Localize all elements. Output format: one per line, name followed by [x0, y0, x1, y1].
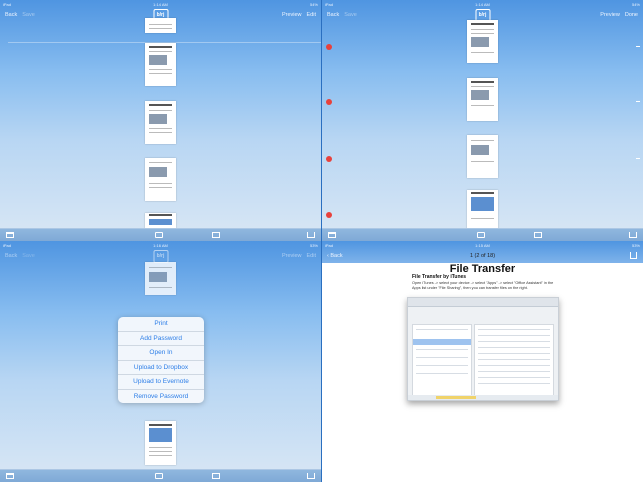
page-thumbnail[interactable] [145, 101, 176, 144]
pane-thumbnails-edit: iPad 1:14 AM 54% Back Save b/rj Preview Ed… [0, 0, 321, 241]
pane-share-menu: iPad 1:16 AM 53% Back Save b/rj Preview Ed… [0, 241, 321, 482]
clock: 1:14 AM [153, 1, 168, 7]
share-icon[interactable] [629, 232, 637, 238]
pane-document-viewer: iPad 1:15 AM 53% ‹ Back 1 (2 of 18) File… [322, 241, 643, 482]
menu-item-upload-dropbox[interactable]: Upload to Dropbox [118, 361, 204, 375]
preview-button[interactable]: Preview [600, 12, 620, 18]
page-thumbnail[interactable] [145, 262, 176, 295]
bottom-toolbar [322, 228, 643, 241]
menu-item-upload-evernote[interactable]: Upload to Evernote [118, 375, 204, 390]
page-thumbnail[interactable] [145, 421, 176, 465]
clock: 1:15 AM [475, 242, 490, 248]
nav-bar: ‹ Back 1 (2 of 18) [322, 249, 643, 263]
document-heading: File Transfer [449, 263, 516, 275]
page-thumbnail[interactable] [467, 78, 498, 121]
delete-page-button[interactable] [326, 99, 332, 105]
mail-icon[interactable] [211, 473, 220, 479]
battery: 54% [309, 1, 318, 7]
trash-icon[interactable] [328, 232, 336, 238]
bottom-toolbar [0, 469, 321, 482]
menu-item-remove-password[interactable]: Remove Password [118, 390, 204, 404]
share-icon[interactable] [307, 473, 315, 479]
page-thumbnail[interactable] [145, 213, 176, 229]
settings-icon[interactable] [154, 473, 163, 479]
menu-item-open-in[interactable]: Open In [118, 346, 204, 361]
status-bar: iPad 1:14 AM 54% [0, 0, 321, 8]
page-title: 1 (2 of 18) [469, 253, 496, 259]
settings-icon[interactable] [476, 232, 485, 238]
mail-icon[interactable] [211, 232, 220, 238]
share-icon[interactable] [307, 232, 315, 238]
back-button[interactable]: Back [327, 12, 339, 18]
page-thumbnail[interactable] [145, 18, 176, 33]
settings-icon[interactable] [154, 232, 163, 238]
save-button[interactable]: Save [22, 253, 35, 259]
battery: 54% [631, 1, 640, 7]
page-thumbnail[interactable] [145, 158, 176, 201]
clock: 1:14 AM [475, 1, 490, 7]
back-button[interactable]: Back [5, 253, 17, 259]
share-menu: Print Add Password Open In Upload to Dro… [118, 317, 204, 403]
page-thumbnail[interactable] [467, 135, 498, 178]
clock: 1:16 AM [153, 242, 168, 248]
page-thumbnail[interactable] [467, 20, 498, 63]
trash-icon[interactable] [6, 232, 14, 238]
document-body: Open iTunes -> select your device -> sel… [412, 281, 554, 290]
nav-bar: Back Save b/rj Preview Edit [0, 249, 321, 263]
delete-page-button[interactable] [326, 156, 332, 162]
save-button[interactable]: Save [22, 12, 35, 18]
page-thumbnail[interactable] [467, 190, 498, 230]
menu-item-print[interactable]: Print [118, 317, 204, 332]
itunes-screenshot-image [407, 297, 559, 401]
preview-button[interactable]: Preview [282, 253, 302, 259]
edit-button[interactable]: Edit [307, 12, 316, 18]
document-subheading: File Transfer by iTunes [412, 274, 467, 280]
back-button[interactable]: Back [5, 12, 17, 18]
reorder-handle[interactable] [636, 46, 640, 47]
preview-button[interactable]: Preview [282, 12, 302, 18]
save-button[interactable]: Save [344, 12, 357, 18]
status-bar: iPad 1:15 AM 53% [322, 241, 643, 249]
delete-page-button[interactable] [326, 212, 332, 218]
delete-page-button[interactable] [326, 44, 332, 50]
edit-button[interactable]: Edit [307, 253, 316, 259]
mail-icon[interactable] [533, 232, 542, 238]
menu-item-add-password[interactable]: Add Password [118, 332, 204, 346]
reorder-handle[interactable] [636, 101, 640, 102]
page-thumbnail[interactable] [145, 43, 176, 86]
share-icon[interactable] [630, 252, 637, 259]
status-bar: iPad 1:14 AM 54% [322, 0, 643, 8]
pane-thumbnails-delete: iPad 1:14 AM 54% Back Save b/rj Preview Do… [322, 0, 643, 241]
reorder-handle[interactable] [636, 158, 640, 159]
bottom-toolbar [0, 228, 321, 241]
battery: 53% [309, 242, 318, 248]
done-button[interactable]: Done [625, 12, 638, 18]
status-bar: iPad 1:16 AM 53% [0, 241, 321, 249]
battery: 53% [631, 242, 640, 248]
trash-icon[interactable] [6, 473, 14, 479]
